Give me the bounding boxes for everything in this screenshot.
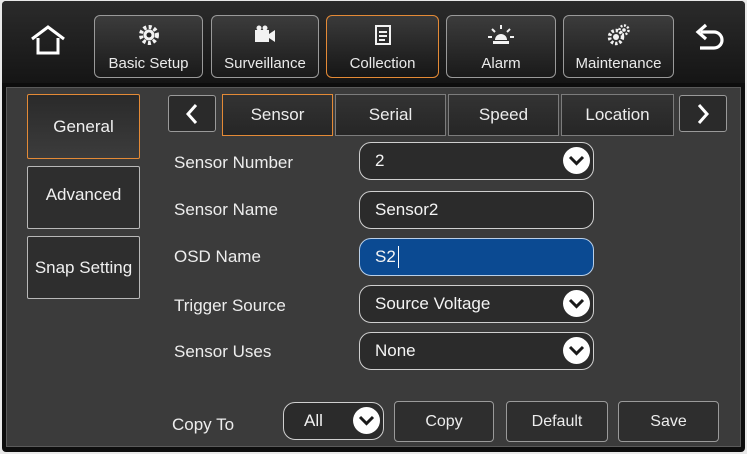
- copy-to-label: Copy To: [172, 415, 235, 434]
- copy-to-value: All: [304, 411, 323, 430]
- sub-tab-location-label: Location: [585, 105, 650, 124]
- sub-tab-prev-button[interactable]: [168, 95, 216, 132]
- sub-tab-sensor[interactable]: Sensor: [222, 94, 333, 136]
- tab-basic-setup-label: Basic Setup: [108, 55, 189, 72]
- tab-alarm[interactable]: Alarm: [446, 15, 556, 78]
- top-navigation-bar: Basic Setup Surveillance Collection Alar…: [2, 1, 745, 83]
- chevron-down-icon: [563, 147, 590, 174]
- side-menu-snap-setting-label: Snap Setting: [34, 258, 133, 277]
- copy-button[interactable]: Copy: [394, 401, 494, 442]
- osd-name-value: S2: [375, 247, 396, 266]
- default-button[interactable]: Default: [506, 401, 608, 442]
- sub-tab-next-button[interactable]: [679, 95, 727, 132]
- save-button[interactable]: Save: [618, 401, 719, 442]
- home-button[interactable]: [24, 21, 72, 61]
- camera-icon: [212, 24, 318, 46]
- back-arrow-icon: [695, 23, 724, 50]
- tab-surveillance-label: Surveillance: [224, 55, 306, 72]
- tab-maintenance[interactable]: Maintenance: [563, 15, 674, 78]
- tab-alarm-label: Alarm: [481, 55, 521, 72]
- trigger-source-label: Trigger Source: [174, 296, 286, 315]
- sub-tab-sensor-label: Sensor: [250, 105, 305, 124]
- app-frame: Basic Setup Surveillance Collection Alar…: [2, 1, 745, 452]
- default-button-label: Default: [531, 412, 583, 430]
- trigger-source-select[interactable]: Source Voltage: [359, 285, 594, 323]
- back-button[interactable]: [684, 21, 732, 61]
- tab-basic-setup[interactable]: Basic Setup: [94, 15, 203, 78]
- sensor-name-label: Sensor Name: [174, 200, 278, 219]
- trigger-source-value: Source Voltage: [375, 294, 491, 313]
- chevron-down-icon: [563, 337, 590, 364]
- tab-collection[interactable]: Collection: [326, 15, 439, 78]
- text-cursor: [397, 246, 400, 268]
- side-menu-general-label: General: [53, 116, 114, 136]
- side-menu-snap-setting[interactable]: Snap Setting: [27, 236, 140, 299]
- tab-collection-label: Collection: [349, 55, 416, 72]
- chevron-down-icon: [563, 290, 590, 317]
- tab-maintenance-label: Maintenance: [575, 55, 662, 72]
- copy-button-label: Copy: [425, 412, 463, 430]
- side-menu-general[interactable]: General: [27, 94, 140, 159]
- sensor-uses-select[interactable]: None: [359, 332, 594, 370]
- sub-tab-location[interactable]: Location: [561, 94, 674, 136]
- save-button-label: Save: [650, 412, 687, 430]
- gear-icon: [95, 24, 202, 46]
- side-menu-advanced[interactable]: Advanced: [27, 166, 140, 229]
- sensor-uses-label: Sensor Uses: [174, 342, 272, 361]
- sensor-name-input[interactable]: Sensor2: [359, 191, 594, 229]
- sub-tab-speed[interactable]: Speed: [448, 94, 559, 136]
- sensor-number-label: Sensor Number: [174, 153, 294, 172]
- copy-to-select[interactable]: All: [283, 402, 384, 440]
- osd-name-input[interactable]: S2: [359, 238, 594, 276]
- chevron-left-icon: [185, 103, 198, 124]
- sub-tab-serial-label: Serial: [368, 105, 413, 124]
- home-icon: [31, 25, 65, 55]
- side-menu-advanced-label: Advanced: [45, 185, 122, 204]
- sub-tab-serial[interactable]: Serial: [335, 94, 446, 136]
- alarm-light-icon: [447, 24, 555, 46]
- maintenance-gears-icon: [564, 24, 673, 46]
- chevron-down-icon: [353, 407, 380, 434]
- sensor-uses-value: None: [375, 341, 416, 360]
- tab-surveillance[interactable]: Surveillance: [211, 15, 319, 78]
- sensor-number-value: 2: [375, 151, 385, 170]
- document-icon: [327, 24, 438, 46]
- osd-name-label: OSD Name: [174, 247, 261, 266]
- sub-tab-speed-label: Speed: [478, 105, 529, 124]
- chevron-right-icon: [697, 103, 710, 124]
- sensor-name-value: Sensor2: [375, 200, 439, 219]
- sensor-number-select[interactable]: 2: [359, 142, 594, 180]
